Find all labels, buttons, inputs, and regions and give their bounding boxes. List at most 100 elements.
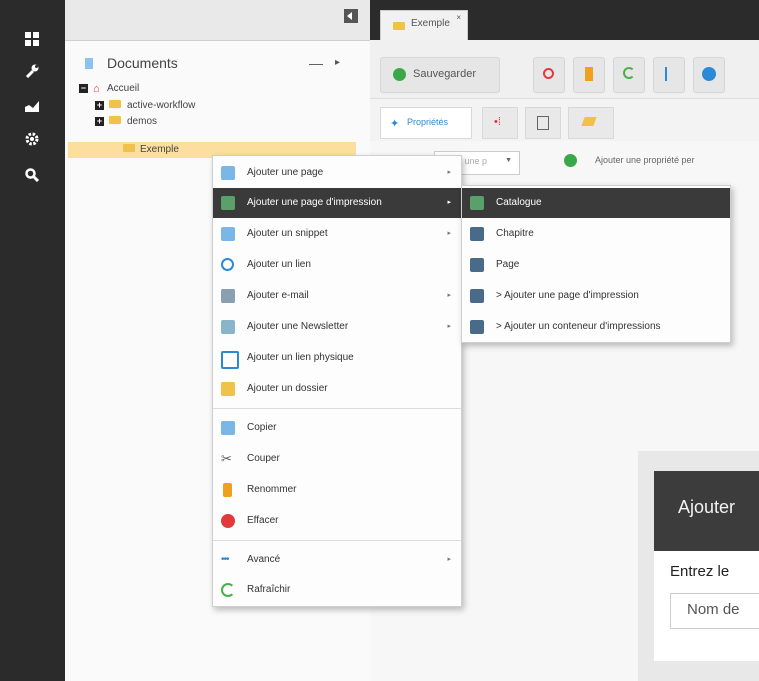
menu-item-copy[interactable]: Copier [213,413,461,443]
info-button[interactable] [693,57,725,93]
tree-panel-header [65,0,370,41]
delete-button[interactable] [533,57,565,93]
add-print-container-icon [470,320,484,334]
add-folder-icon [221,382,235,396]
menu-item-refresh[interactable]: Rafraîchir [213,575,461,605]
expand-node-icon[interactable]: + [95,117,104,126]
add-page-icon [221,166,235,180]
menu-item-add-snippet[interactable]: Ajouter un snippet ▸ [213,219,461,249]
properties-icon: ✦ [390,118,400,130]
menu-item-label: Chapitre [496,228,534,239]
dependencies-icon: •⁞ [494,116,501,128]
tree-icon [665,67,675,81]
menu-item-label: Ajouter un lien physique [247,352,354,363]
submenu-item-chapitre[interactable]: Chapitre [462,219,730,249]
menu-item-cut[interactable]: ✂ Couper [213,444,461,474]
menu-separator [213,408,461,409]
submenu-item-add-print-container[interactable]: > Ajouter un conteneur d'impressions [462,312,730,342]
save-button[interactable]: Sauvegarder [380,57,500,93]
tree-node-label: active-workflow [127,100,196,111]
menu-item-label: Ajouter un snippet [247,228,328,239]
menu-item-label: Avancé [247,554,281,565]
editor-toolbar: Sauvegarder [370,40,759,99]
add-print-page-icon [221,196,235,210]
menu-item-delete[interactable]: Effacer [213,506,461,536]
tag-icon [581,117,597,126]
menu-item-rename[interactable]: Renommer [213,475,461,505]
grid-icon[interactable] [21,28,43,50]
name-input[interactable]: Nom de [670,593,759,629]
menu-separator [213,540,461,541]
refresh-icon [623,67,635,79]
add-property-icon[interactable] [564,154,577,167]
tab-dependencies[interactable]: •⁞ [482,107,518,139]
menu-item-advanced[interactable]: ••• Avancé ▸ [213,545,461,575]
check-icon [393,68,406,81]
close-tab-icon[interactable]: × [456,13,461,22]
expand-node-icon[interactable]: + [95,101,104,110]
menu-item-add-newsletter[interactable]: Ajouter une Newsletter ▸ [213,312,461,342]
menu-item-add-page[interactable]: Ajouter une page ▸ [213,158,461,188]
menu-item-label: Copier [247,422,277,433]
add-print-page-icon [470,289,484,303]
submenu-arrow-icon: ▸ [447,323,451,330]
tab-properties[interactable]: ✦ Propriétés [380,107,472,139]
submenu-item-catalogue[interactable]: Catalogue [462,188,730,218]
menu-item-label: Ajouter une page d'impression [247,197,382,208]
add-snippet-icon [221,227,235,241]
dialog-field-label: Entrez le [670,563,730,580]
submenu-item-add-print-page[interactable]: > Ajouter une page d'impression [462,281,730,311]
menu-item-add-hardlink[interactable]: Ajouter un lien physique [213,343,461,373]
collapse-node-icon[interactable]: − [79,84,88,93]
newsletter-icon [221,320,235,334]
versions-button[interactable] [653,57,685,93]
dialog-title: Ajouter [678,497,736,517]
menu-item-label: > Ajouter une page d'impression [496,290,639,301]
gear-icon[interactable] [21,128,43,150]
editor-subtabs: ✦ Propriétés •⁞ [370,99,759,142]
submenu-arrow-icon: ▸ [447,292,451,299]
reports-icon[interactable] [21,95,43,117]
chevron-down-icon: ▼ [505,157,512,164]
menu-item-label: Ajouter une Newsletter [247,321,349,332]
menu-item-add-print-page[interactable]: Ajouter une page d'impression ▸ [213,188,461,218]
print-page-submenu: Catalogue Chapitre Page > Ajouter une pa… [461,185,731,343]
menu-item-label: Ajouter une page [247,167,324,178]
tab-notes[interactable] [525,107,561,139]
folder-icon [109,100,121,109]
menu-item-label: > Ajouter un conteneur d'impressions [496,321,661,332]
save-button-label: Sauvegarder [413,68,476,80]
tree-node-label: Accueil [107,83,140,94]
page-icon [470,258,484,272]
menu-item-add-folder[interactable]: Ajouter un dossier [213,374,461,404]
folder-icon [109,116,121,125]
folder-icon [123,144,135,153]
expand-tree-button[interactable]: ▸ [335,57,340,68]
email-icon [221,289,235,303]
dialog-body: Entrez le Nom de [654,551,759,661]
tab-label: Exemple [411,18,450,29]
collapse-panel-icon[interactable] [344,9,358,23]
collapse-tree-button[interactable]: — [309,55,323,71]
wrench-icon[interactable] [21,60,43,82]
menu-item-label: Renommer [247,484,297,495]
rename-button[interactable] [573,57,605,93]
menu-item-label: Catalogue [496,197,542,208]
info-icon [702,67,716,81]
add-property-label: Ajouter une propriété per [595,155,695,165]
tab-tags[interactable] [568,107,614,139]
submenu-arrow-icon: ▸ [447,230,451,237]
search-icon[interactable] [21,164,43,186]
menu-item-label: Ajouter un dossier [247,383,328,394]
tree-node-label: demos [127,116,158,127]
submenu-item-page[interactable]: Page [462,250,730,280]
copy-icon [221,421,235,435]
chapter-icon [470,227,484,241]
menu-item-add-link[interactable]: Ajouter un lien [213,250,461,280]
reload-button[interactable] [613,57,645,93]
document-icon [85,58,93,69]
submenu-arrow-icon: ▸ [447,199,451,206]
menu-item-add-email[interactable]: Ajouter e-mail ▸ [213,281,461,311]
tab-exemple[interactable]: Exemple × [380,10,468,41]
catalogue-icon [470,196,484,210]
